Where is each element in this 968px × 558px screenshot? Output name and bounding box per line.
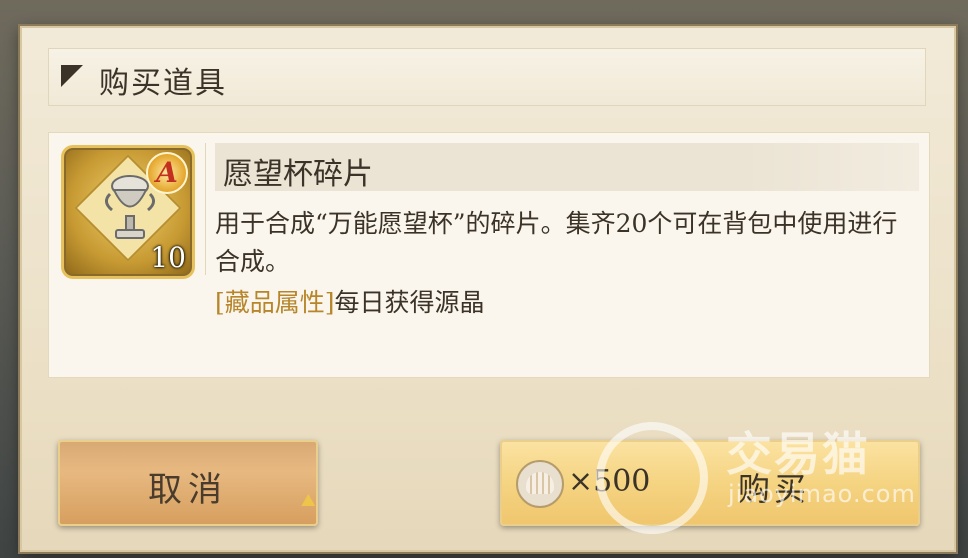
cancel-button[interactable]: 取消 xyxy=(58,440,318,526)
cancel-button-label: 取消 xyxy=(148,470,228,510)
buy-button-label: 购买 xyxy=(738,470,811,508)
attribute-value: 每日获得源晶 xyxy=(334,288,485,317)
item-info-card: A 10 愿望杯碎片 用于合成“万能愿望杯”的碎片。集齐20个可在背包中使用进行… xyxy=(48,132,930,378)
item-attribute: [藏品属性]每日获得源晶 xyxy=(215,283,485,319)
shell-icon xyxy=(516,460,564,508)
item-description: 用于合成“万能愿望杯”的碎片。集齐20个可在背包中使用进行合成。 xyxy=(215,209,898,276)
item-count: 10 xyxy=(150,241,186,274)
corner-triangle-icon xyxy=(61,65,83,87)
item-name-bar: 愿望杯碎片 xyxy=(215,143,919,192)
buy-button[interactable]: ×500 购买 xyxy=(500,440,920,526)
attribute-tag: [藏品属性] xyxy=(215,288,335,317)
item-icon: A 10 xyxy=(61,145,195,279)
dialog-title: 购买道具 xyxy=(99,66,227,101)
dialog-header: 购买道具 xyxy=(48,48,926,106)
price-label: ×500 xyxy=(568,464,651,499)
item-name: 愿望杯碎片 xyxy=(223,157,373,192)
divider xyxy=(205,143,206,275)
grade-badge: A xyxy=(146,152,188,194)
purchase-dialog: 购买道具 A 10 愿望杯碎片 用于合成“万能愿望杯”的碎片。集齐20个可在背包… xyxy=(20,26,956,552)
